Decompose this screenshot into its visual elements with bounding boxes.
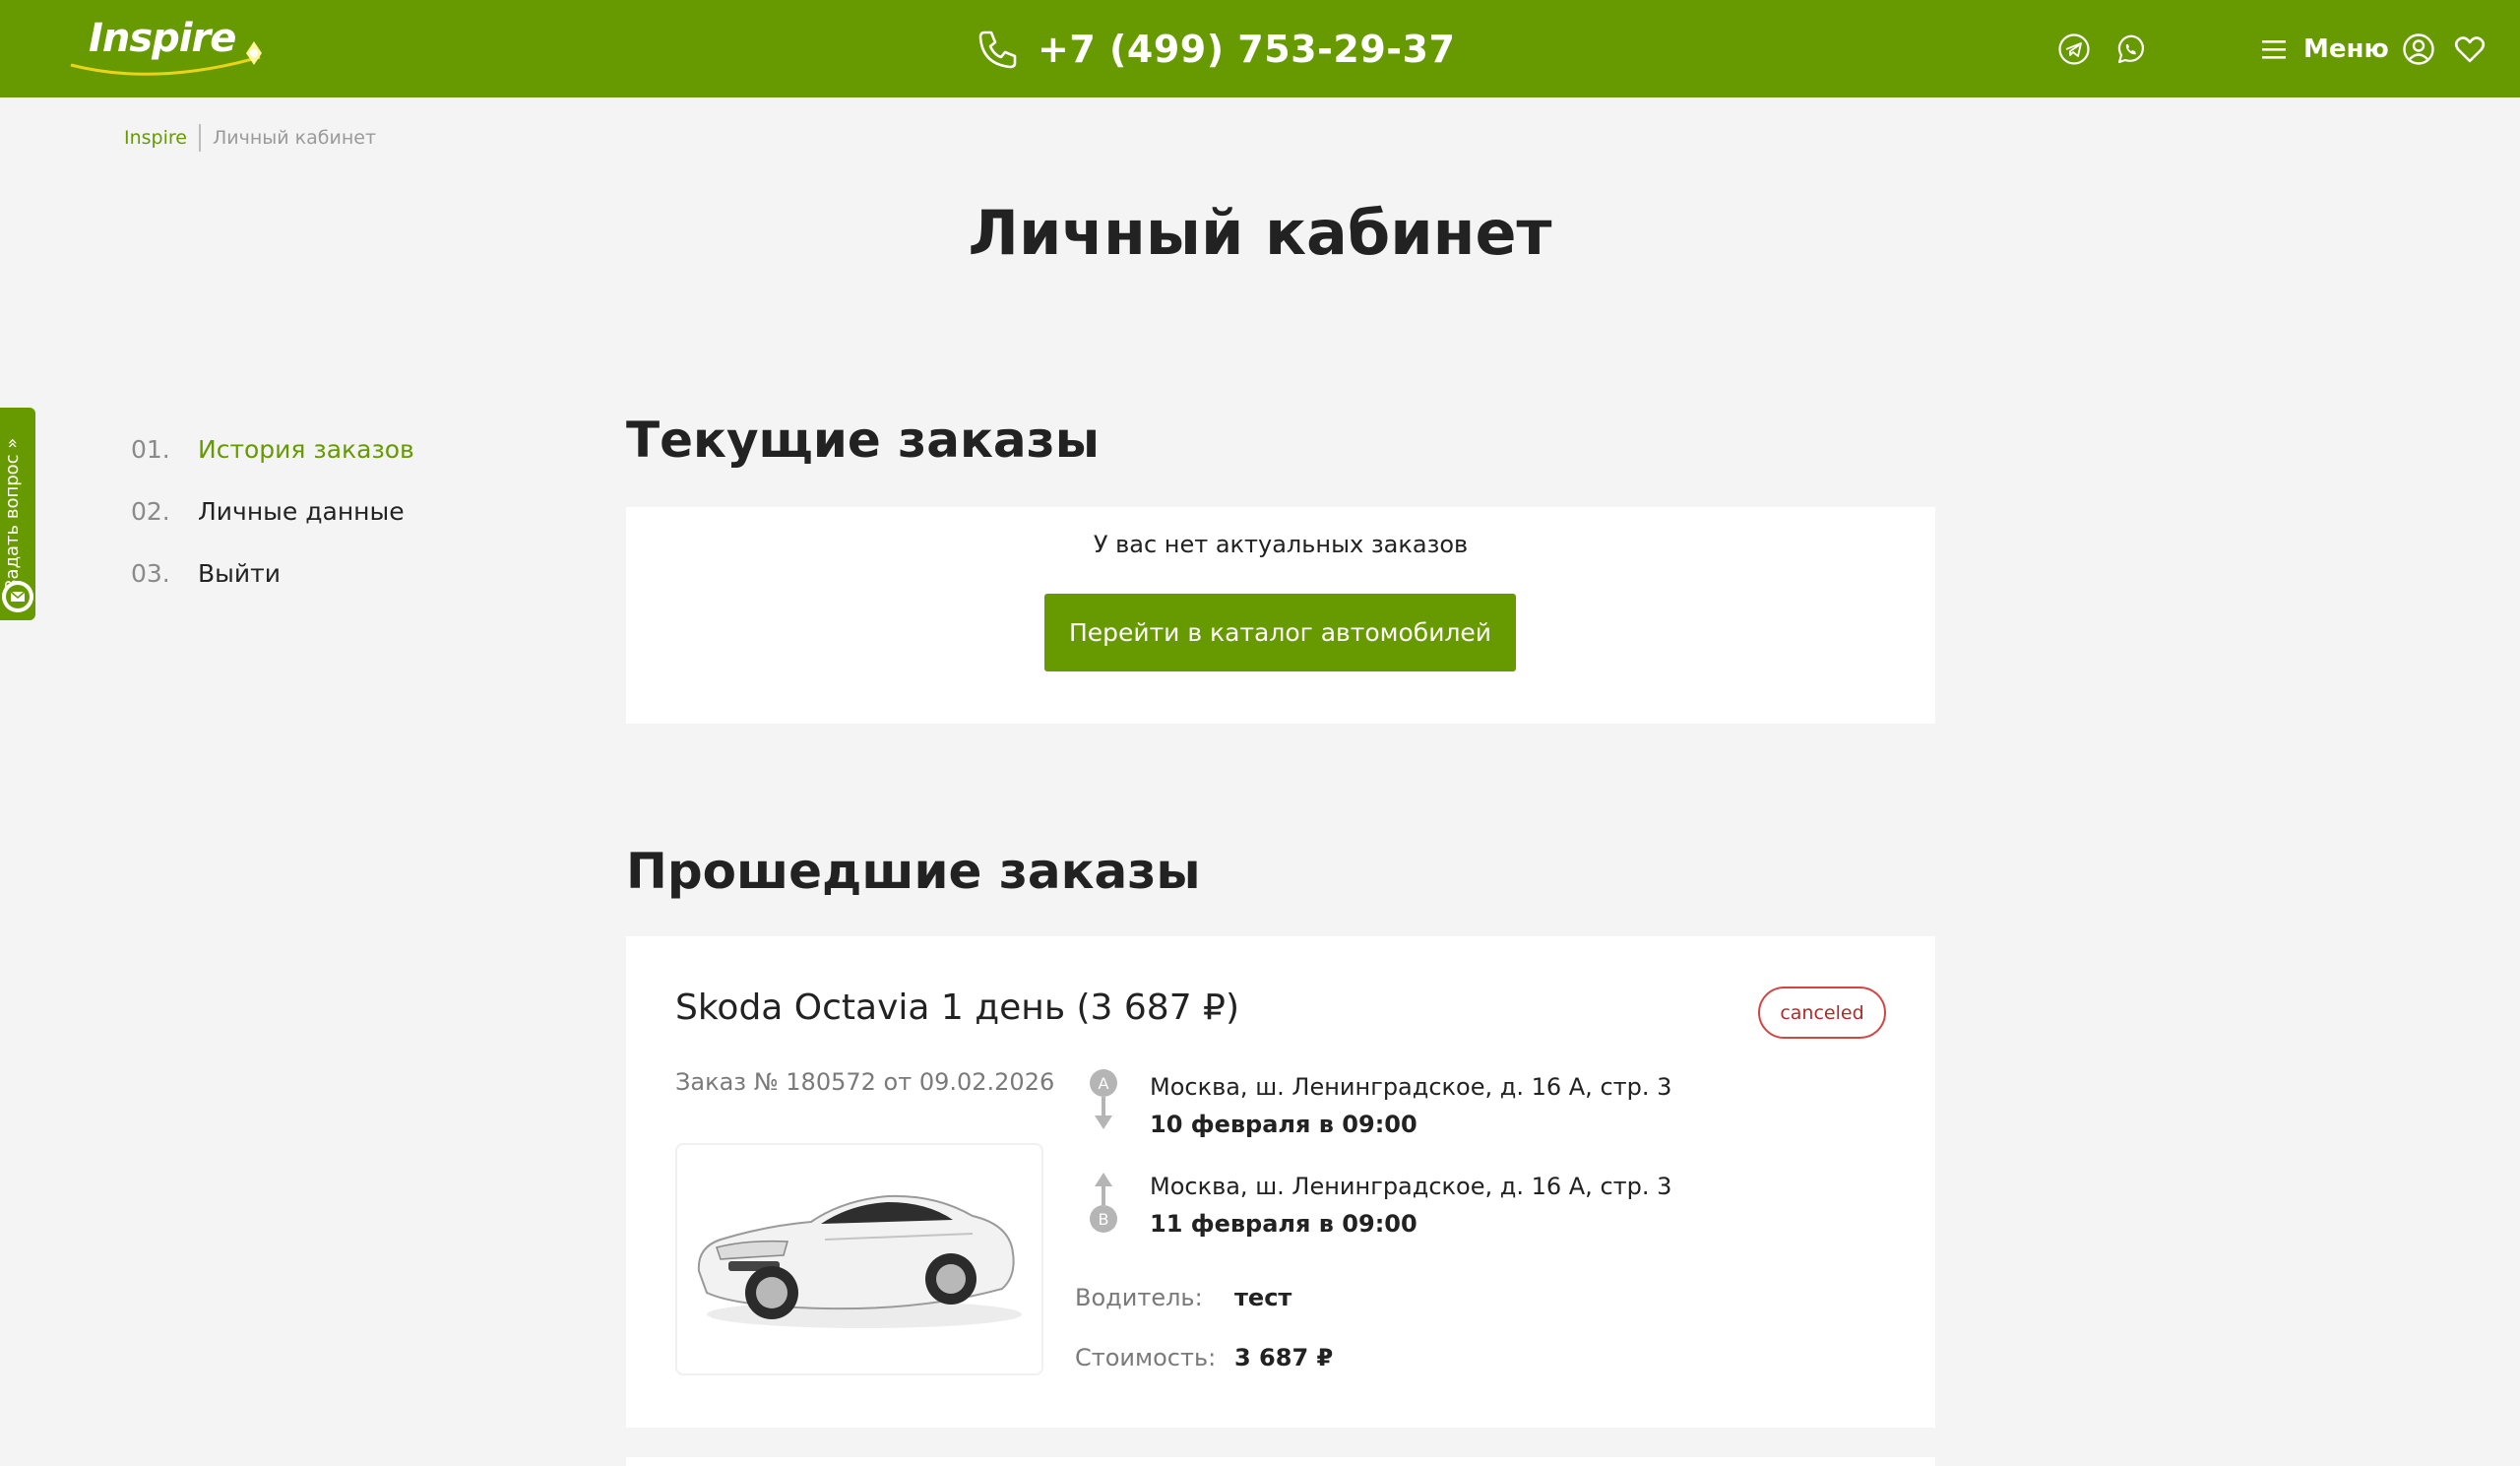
driver-label: Водитель: (1075, 1284, 1203, 1311)
logo[interactable]: Inspire (67, 14, 274, 81)
car-illustration (697, 1194, 1022, 1328)
nav-item-logout[interactable]: 03. Выйти (131, 542, 414, 605)
next-order-card (626, 1457, 1935, 1466)
account-nav: 01. История заказов 02. Личные данные 03… (131, 418, 414, 605)
pickup-marker-letter: A (1099, 1074, 1109, 1093)
ask-question-label: Задать вопрос » (2, 437, 23, 591)
driver-value: тест (1234, 1284, 1292, 1311)
page-title: Личный кабинет (968, 197, 1552, 269)
order-title: Skoda Octavia 1 день (3 687 ₽) (675, 988, 1239, 1028)
breadcrumb: Inspire Личный кабинет (124, 124, 376, 152)
phone-icon (978, 31, 1017, 69)
return-address: Москва, ш. Ленинградское, д. 16 А, стр. … (1150, 1173, 1672, 1200)
return-marker-letter: B (1099, 1210, 1109, 1229)
current-orders-title: Текущие заказы (626, 412, 1100, 469)
return-time: 11 февраля в 09:00 (1150, 1210, 1418, 1238)
heart-icon[interactable] (2453, 32, 2487, 66)
pickup-address: Москва, ш. Ленинградское, д. 16 А, стр. … (1150, 1073, 1672, 1101)
empty-orders-text: У вас нет актуальных заказов (1093, 531, 1469, 558)
order-card: Skoda Octavia 1 день (3 687 ₽) canceled … (626, 936, 1935, 1428)
nav-item-number: 03. (131, 559, 170, 588)
order-number: Заказ № 180572 от 09.02.2026 (675, 1068, 1055, 1096)
past-orders-title: Прошедшие заказы (626, 843, 1201, 900)
nav-item-label: История заказов (198, 435, 414, 464)
nav-item-personal-data[interactable]: 02. Личные данные (131, 480, 414, 542)
current-orders-card: У вас нет актуальных заказов Перейти в к… (626, 507, 1935, 724)
site-header: Inspire +7 (499) 753-29-37 Меню (0, 0, 2520, 97)
breadcrumb-separator (198, 124, 201, 152)
status-badge: canceled (1758, 987, 1886, 1039)
nav-item-label: Личные данные (198, 497, 405, 526)
nav-item-label: Выйти (198, 559, 281, 588)
cost-value: 3 687 ₽ (1234, 1344, 1334, 1371)
go-to-catalog-button[interactable]: Перейти в каталог автомобилей (1044, 594, 1516, 671)
pickup-marker-a-icon: A (1090, 1069, 1117, 1129)
envelope-icon (2, 581, 33, 612)
nav-item-number: 02. (131, 497, 170, 526)
breadcrumb-current: Личный кабинет (212, 127, 377, 149)
car-image (675, 1143, 1043, 1375)
nav-item-order-history[interactable]: 01. История заказов (131, 418, 414, 480)
user-icon[interactable] (2402, 32, 2435, 66)
telegram-icon[interactable] (2057, 32, 2091, 66)
breadcrumb-home[interactable]: Inspire (124, 127, 187, 149)
cost-label: Стоимость: (1075, 1344, 1217, 1371)
menu-label: Меню (2303, 34, 2389, 64)
nav-item-number: 01. (131, 435, 170, 464)
phone-number[interactable]: +7 (499) 753-29-37 (1038, 28, 1455, 71)
ask-question-tab[interactable]: Задать вопрос » (0, 408, 35, 620)
header-phone[interactable]: +7 (499) 753-29-37 (975, 24, 1455, 75)
logo-text: Inspire (89, 16, 236, 61)
whatsapp-icon[interactable] (2113, 32, 2147, 66)
return-marker-b-icon: B (1090, 1173, 1117, 1233)
menu-button[interactable]: Меню (2260, 30, 2389, 69)
hamburger-icon (2262, 40, 2286, 59)
pickup-time: 10 февраля в 09:00 (1150, 1111, 1418, 1138)
